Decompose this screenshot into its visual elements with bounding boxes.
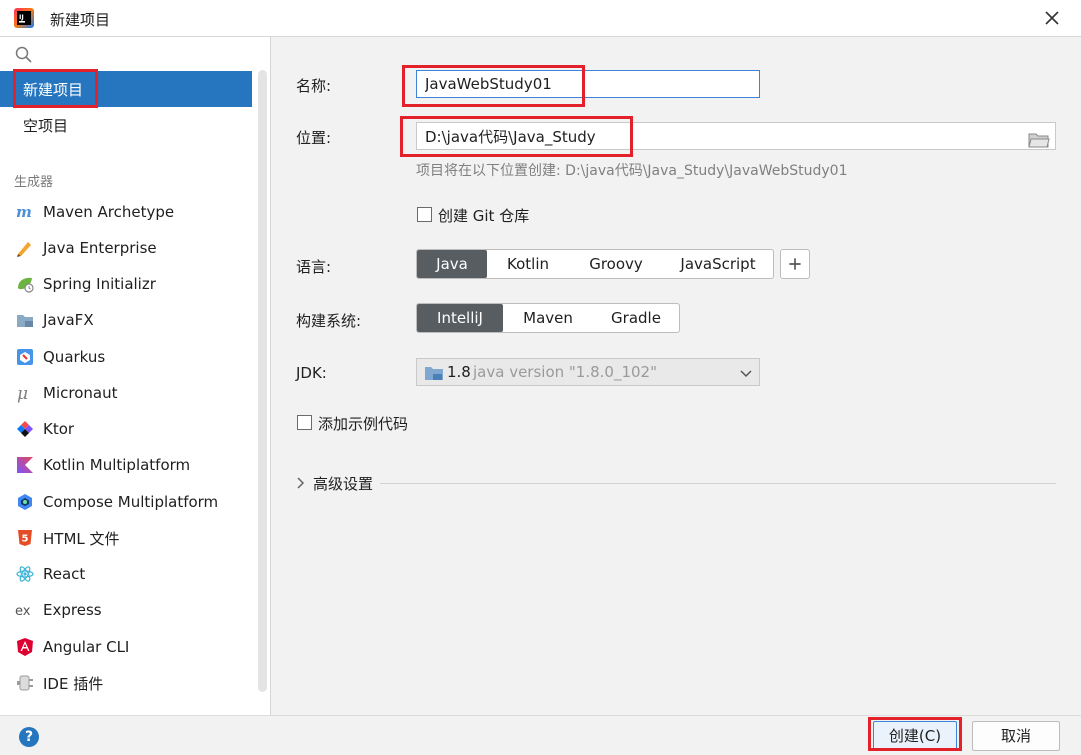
intellij-logo-icon: IJ — [14, 8, 34, 28]
svg-text:m: m — [16, 203, 32, 221]
new-project-form: 名称: 位置: 项目将在以下位置创建: D:\java代码\Java_Study… — [272, 37, 1081, 715]
sidebar-item-label: Express — [43, 601, 102, 619]
maven-icon: m — [16, 203, 32, 221]
location-hint: 项目将在以下位置创建: D:\java代码\Java_Study\JavaWeb… — [416, 163, 848, 179]
sidebar-item-maven-archetype[interactable]: m Maven Archetype — [0, 194, 252, 230]
dialog-footer: ? 创建(C) 取消 — [0, 715, 1081, 755]
micronaut-icon: μ — [17, 384, 28, 403]
ktor-icon — [17, 421, 33, 437]
add-sample-code-label: 添加示例代码 — [318, 415, 409, 433]
plugin-icon — [17, 675, 33, 691]
kotlin-icon — [17, 457, 33, 473]
window-title: 新建项目 — [50, 11, 111, 29]
sidebar-item-label: Quarkus — [43, 348, 106, 366]
sidebar-item-label: 新建项目 — [23, 80, 84, 99]
sidebar-scrollbar[interactable] — [258, 70, 267, 692]
sidebar-item-kotlin-multiplatform[interactable]: Kotlin Multiplatform — [0, 447, 252, 483]
chevron-right-icon — [297, 477, 305, 489]
svg-text:5: 5 — [22, 534, 29, 545]
sidebar-item-ide-plugin[interactable]: IDE 插件 — [0, 665, 252, 701]
sidebar-item-label: Compose Multiplatform — [43, 493, 219, 511]
jdk-version: 1.8 — [447, 363, 471, 381]
language-selector: Java Kotlin Groovy JavaScript — [416, 249, 774, 279]
sidebar-item-label: Angular CLI — [43, 638, 130, 656]
angular-icon — [17, 638, 33, 656]
add-sample-code-checkbox[interactable] — [297, 415, 312, 430]
chevron-down-icon — [740, 370, 752, 378]
sidebar-item-label: Kotlin Multiplatform — [43, 456, 191, 474]
language-option-groovy[interactable]: Groovy — [569, 250, 663, 278]
build-system-label: 构建系统: — [296, 312, 362, 330]
title-bar: IJ 新建项目 — [0, 0, 1081, 37]
jdk-description: java version "1.8.0_102" — [473, 363, 657, 381]
sidebar-item-html-file[interactable]: 5 HTML 文件 — [0, 520, 252, 556]
language-option-javascript[interactable]: JavaScript — [663, 250, 773, 278]
sidebar-item-label: JavaFX — [43, 311, 94, 329]
project-location-input[interactable] — [416, 122, 1056, 150]
sidebar-item-empty-project[interactable]: 空项目 — [0, 107, 252, 143]
sidebar-item-label: HTML 文件 — [43, 529, 120, 548]
express-icon: ex — [15, 604, 31, 619]
jdk-dropdown[interactable]: 1.8 java version "1.8.0_102" — [416, 358, 760, 386]
sidebar-item-java-enterprise[interactable]: Java Enterprise — [0, 230, 252, 266]
advanced-divider — [380, 483, 1056, 484]
advanced-settings-label: 高级设置 — [313, 475, 374, 493]
language-option-kotlin[interactable]: Kotlin — [487, 250, 569, 278]
build-system-selector: IntelliJ Maven Gradle — [416, 303, 680, 333]
sidebar-item-label: Ktor — [43, 420, 75, 438]
sidebar-item-new-project[interactable]: 新建项目 — [0, 71, 252, 107]
sidebar-item-label: IDE 插件 — [43, 674, 104, 693]
location-label: 位置: — [296, 129, 332, 147]
sidebar-item-label: Micronaut — [43, 384, 118, 402]
sidebar-item-label: 空项目 — [23, 116, 69, 135]
build-option-intellij[interactable]: IntelliJ — [417, 304, 503, 332]
create-button[interactable]: 创建(C) — [873, 721, 957, 751]
build-option-maven[interactable]: Maven — [503, 304, 593, 332]
sidebar-item-label: Java Enterprise — [43, 239, 157, 257]
java-enterprise-icon — [17, 242, 31, 257]
svg-text:IJ: IJ — [19, 13, 24, 21]
language-option-java[interactable]: Java — [417, 250, 487, 278]
project-name-input[interactable] — [416, 70, 760, 98]
sidebar-item-quarkus[interactable]: Quarkus — [0, 339, 252, 375]
project-type-sidebar: 新建项目 空项目 生成器 m Maven Archetype Java Ente… — [0, 37, 271, 715]
sidebar-item-spring-initializr[interactable]: Spring Initializr — [0, 266, 252, 302]
sidebar-item-compose-multiplatform[interactable]: Compose Multiplatform — [0, 484, 252, 520]
sidebar-item-ktor[interactable]: Ktor — [0, 411, 252, 447]
sidebar-item-react[interactable]: React — [0, 556, 252, 592]
close-icon[interactable] — [1040, 6, 1064, 30]
browse-folder-icon[interactable] — [1028, 131, 1050, 149]
react-icon — [16, 566, 34, 582]
sidebar-item-label: Spring Initializr — [43, 275, 156, 293]
javafx-icon — [17, 315, 33, 327]
generators-section-title: 生成器 — [14, 175, 54, 190]
help-button[interactable]: ? — [19, 727, 39, 747]
jdk-folder-icon — [425, 367, 443, 380]
sidebar-item-express[interactable]: ex Express — [0, 592, 252, 628]
build-option-gradle[interactable]: Gradle — [593, 304, 679, 332]
quarkus-icon — [17, 349, 33, 365]
search-icon[interactable] — [14, 45, 34, 65]
svg-text:μ: μ — [17, 384, 28, 403]
spring-icon — [18, 277, 34, 293]
language-label: 语言: — [296, 258, 332, 276]
create-git-repo-label: 创建 Git 仓库 — [438, 207, 530, 225]
name-label: 名称: — [296, 77, 332, 95]
svg-text:ex: ex — [15, 604, 31, 619]
cancel-button[interactable]: 取消 — [972, 721, 1060, 751]
add-language-icon[interactable] — [780, 249, 810, 279]
create-git-repo-checkbox[interactable] — [417, 207, 432, 222]
sidebar-item-javafx[interactable]: JavaFX — [0, 302, 252, 338]
compose-icon — [18, 494, 32, 510]
sidebar-item-micronaut[interactable]: μ Micronaut — [0, 375, 252, 411]
sidebar-item-label: Maven Archetype — [43, 203, 175, 221]
html5-icon: 5 — [18, 530, 32, 546]
jdk-label: JDK: — [296, 364, 327, 382]
sidebar-item-label: React — [43, 565, 86, 583]
sidebar-item-angular-cli[interactable]: Angular CLI — [0, 629, 252, 665]
